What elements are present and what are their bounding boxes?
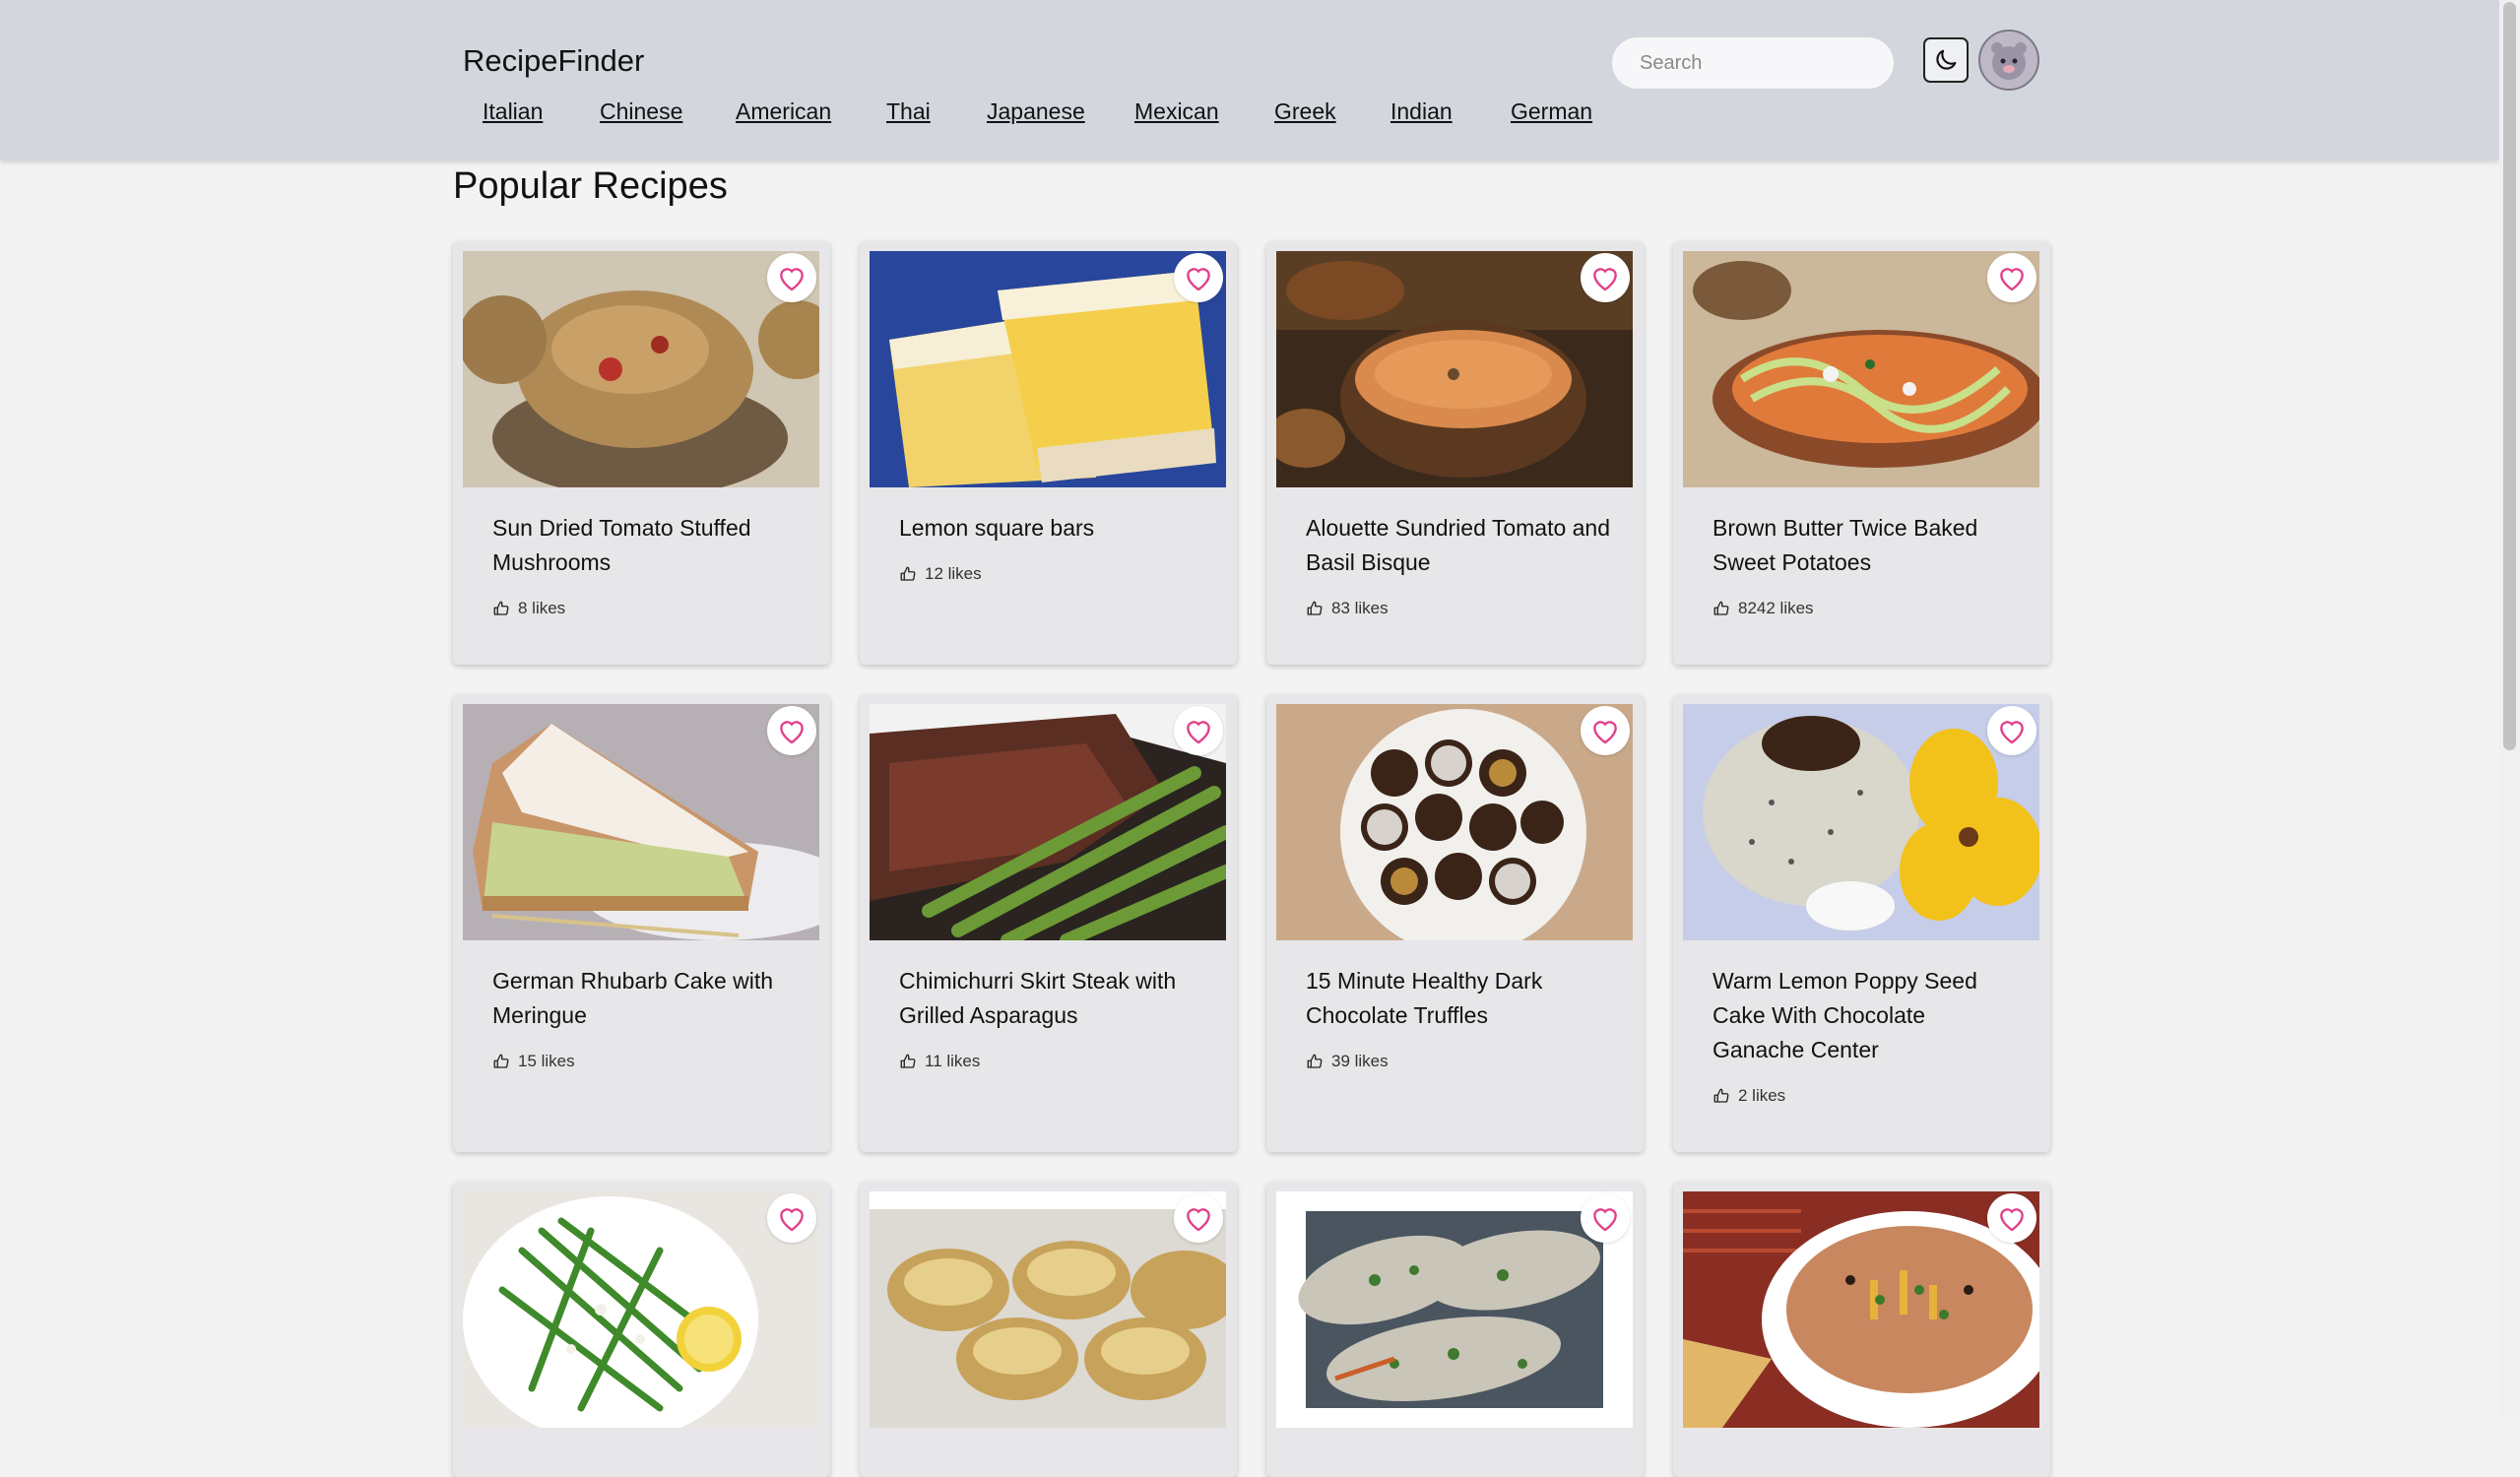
user-avatar[interactable] [1978, 30, 2039, 91]
heart-icon [2000, 721, 2024, 744]
heart-icon [780, 721, 804, 744]
heart-icon [1187, 721, 1210, 744]
recipe-title[interactable]: Warm Lemon Poppy Seed Cake With Chocolat… [1712, 964, 2018, 1067]
favorite-button[interactable] [1174, 1193, 1223, 1243]
recipe-likes: 39 likes [1306, 1052, 1389, 1071]
recipe-image[interactable] [1683, 251, 2039, 487]
recipe-title[interactable]: Brown Butter Twice Baked Sweet Potatoes [1712, 511, 2018, 580]
recipe-likes: 8242 likes [1712, 599, 1814, 618]
recipe-likes: 11 likes [899, 1052, 980, 1071]
likes-count: 39 likes [1331, 1052, 1389, 1070]
recipe-likes: 2 likes [1712, 1086, 1785, 1106]
likes-count: 15 likes [518, 1052, 575, 1070]
recipe-card[interactable]: Sun Dried Tomato Stuffed Mushrooms 8 lik… [453, 241, 830, 665]
recipe-card[interactable]: Chimichurri Skirt Steak with Grilled Asp… [860, 694, 1237, 1152]
nav-link-american[interactable]: American [736, 98, 831, 125]
recipe-card[interactable]: 15 Minute Healthy Dark Chocolate Truffle… [1266, 694, 1644, 1152]
thumbs-up-icon [493, 1054, 509, 1068]
recipe-card[interactable] [453, 1182, 830, 1477]
theme-toggle-button[interactable] [1923, 37, 1969, 83]
recipe-likes: 83 likes [1306, 599, 1389, 618]
search-input[interactable] [1612, 37, 1894, 89]
recipe-card[interactable]: Warm Lemon Poppy Seed Cake With Chocolat… [1673, 694, 2050, 1152]
heart-icon [2000, 268, 2024, 291]
nav-link-chinese[interactable]: Chinese [600, 98, 682, 125]
recipe-image[interactable] [463, 704, 819, 940]
heart-icon [780, 1208, 804, 1232]
recipe-card[interactable]: Brown Butter Twice Baked Sweet Potatoes … [1673, 241, 2050, 665]
recipe-card[interactable] [860, 1182, 1237, 1477]
recipe-card[interactable] [1673, 1182, 2050, 1477]
recipe-likes: 12 likes [899, 564, 982, 584]
recipe-image[interactable] [463, 1191, 819, 1428]
likes-count: 2 likes [1738, 1086, 1786, 1105]
thumbs-up-icon [900, 1054, 916, 1068]
favorite-button[interactable] [767, 253, 816, 302]
recipe-title[interactable]: Chimichurri Skirt Steak with Grilled Asp… [899, 964, 1204, 1033]
recipe-title[interactable]: Lemon square bars [899, 511, 1204, 546]
section-title: Popular Recipes [453, 165, 728, 207]
recipe-card[interactable]: Alouette Sundried Tomato and Basil Bisqu… [1266, 241, 1644, 665]
favorite-button[interactable] [1174, 253, 1223, 302]
scrollbar-thumb[interactable] [2503, 2, 2516, 750]
recipe-image[interactable] [1683, 1191, 2039, 1428]
heart-icon [1593, 1208, 1617, 1232]
recipe-image[interactable] [1276, 1191, 1633, 1428]
nav-link-italian[interactable]: Italian [483, 98, 543, 125]
brand-logo-text[interactable]: RecipeFinder [463, 43, 644, 79]
recipe-card[interactable]: Lemon square bars 12 likes [860, 241, 1237, 665]
recipe-likes: 8 likes [492, 599, 565, 618]
favorite-button[interactable] [1581, 1193, 1630, 1243]
likes-count: 8 likes [518, 599, 566, 617]
favorite-button[interactable] [1174, 706, 1223, 755]
heart-icon [780, 268, 804, 291]
favorite-button[interactable] [1581, 706, 1630, 755]
recipe-title[interactable]: Alouette Sundried Tomato and Basil Bisqu… [1306, 511, 1611, 580]
favorite-button[interactable] [767, 1193, 816, 1243]
nav-link-german[interactable]: German [1511, 98, 1592, 125]
thumbs-up-icon [1307, 1054, 1323, 1068]
recipe-image[interactable] [1683, 704, 2039, 940]
recipe-image[interactable] [870, 704, 1226, 940]
recipe-image[interactable] [1276, 251, 1633, 487]
recipe-card[interactable] [1266, 1182, 1644, 1477]
favorite-button[interactable] [1987, 253, 2036, 302]
avatar-image [1980, 32, 2037, 89]
favorite-button[interactable] [1987, 1193, 2036, 1243]
heart-icon [1593, 268, 1617, 291]
recipe-image[interactable] [463, 251, 819, 487]
moon-icon [1936, 49, 1957, 70]
nav-link-thai[interactable]: Thai [886, 98, 931, 125]
nav-link-mexican[interactable]: Mexican [1134, 98, 1219, 125]
favorite-button[interactable] [767, 706, 816, 755]
thumbs-up-icon [1713, 601, 1729, 615]
recipe-image[interactable] [870, 1191, 1226, 1428]
heart-icon [2000, 1208, 2024, 1232]
favorite-button[interactable] [1581, 253, 1630, 302]
nav-link-indian[interactable]: Indian [1390, 98, 1453, 125]
top-header: RecipeFinder Italian Chinese American Th… [0, 0, 2499, 160]
recipe-title[interactable]: 15 Minute Healthy Dark Chocolate Truffle… [1306, 964, 1611, 1033]
nav-link-japanese[interactable]: Japanese [987, 98, 1085, 125]
recipe-title[interactable]: German Rhubarb Cake with Meringue [492, 964, 798, 1033]
thumbs-up-icon [900, 566, 916, 581]
heart-icon [1187, 268, 1210, 291]
heart-icon [1187, 1208, 1210, 1232]
recipe-image[interactable] [870, 251, 1226, 487]
thumbs-up-icon [1307, 601, 1323, 615]
favorite-button[interactable] [1987, 706, 2036, 755]
likes-count: 83 likes [1331, 599, 1389, 617]
likes-count: 12 likes [925, 564, 982, 583]
recipe-image[interactable] [1276, 704, 1633, 940]
recipe-title[interactable]: Sun Dried Tomato Stuffed Mushrooms [492, 511, 798, 580]
nav-link-greek[interactable]: Greek [1274, 98, 1336, 125]
thumbs-up-icon [493, 601, 509, 615]
thumbs-up-icon [1713, 1088, 1729, 1103]
page-scrollbar[interactable] [2499, 0, 2520, 1417]
likes-count: 8242 likes [1738, 599, 1814, 617]
likes-count: 11 likes [925, 1052, 981, 1070]
recipe-likes: 15 likes [492, 1052, 575, 1071]
recipe-card[interactable]: German Rhubarb Cake with Meringue 15 lik… [453, 694, 830, 1152]
heart-icon [1593, 721, 1617, 744]
